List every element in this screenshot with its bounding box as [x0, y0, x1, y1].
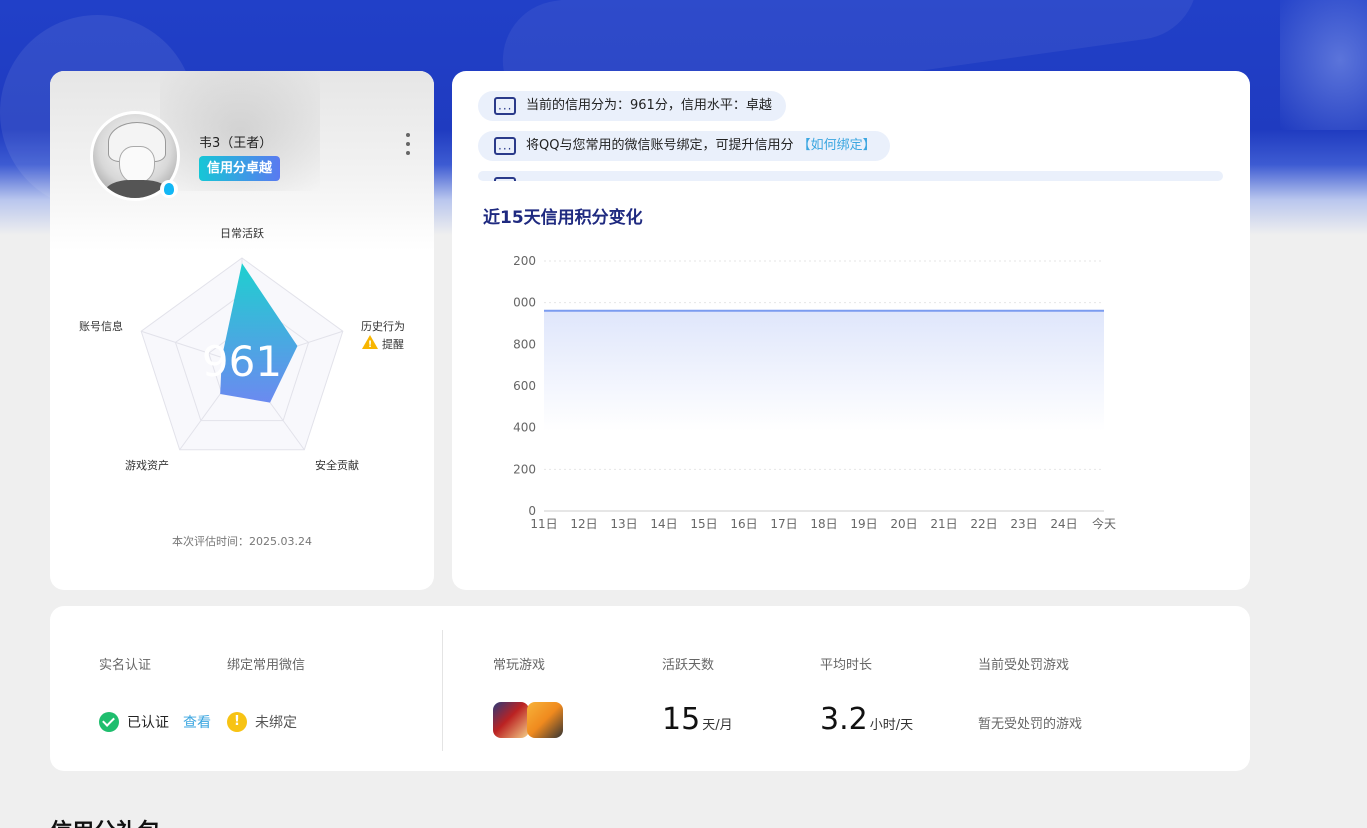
- chart-y-tick-label: 1,000: [512, 296, 536, 310]
- radar-label-account: 账号信息: [79, 319, 123, 333]
- real-name-label: 实名认证: [99, 658, 152, 673]
- credit-level-badge: 信用分卓越: [199, 156, 281, 181]
- chart-x-tick-label: 19日: [850, 517, 877, 531]
- game-icon-honor-of-kings[interactable]: [493, 702, 529, 738]
- chart-y-tick-label: 200: [513, 462, 536, 476]
- username: 韦3（王者）: [199, 136, 273, 151]
- wechat-bind-label: 绑定常用微信: [227, 658, 306, 673]
- notice-text: 当前的信用分为：961分，信用水平：卓越: [526, 98, 772, 113]
- qq-penguin-icon: [160, 180, 178, 198]
- chat-bubble-icon: [494, 134, 516, 164]
- warning-icon: !: [227, 712, 247, 732]
- chat-bubble-icon: [494, 174, 516, 181]
- section-title-credit-gift: 信用分礼包: [50, 814, 160, 828]
- how-to-bind-link[interactable]: 【如何绑定】: [798, 138, 876, 153]
- chart-x-tick-label: 13日: [610, 517, 637, 531]
- radar-label-daily-active: 日常活跃: [220, 226, 264, 240]
- punished-games-value: 暂无受处罚的游戏: [978, 717, 1083, 732]
- notice-credit-score: 当前的信用分为：961分，信用水平：卓越: [478, 91, 786, 124]
- warning-label: 提醒: [382, 338, 404, 351]
- notice-bind-wechat: 将QQ与您常用的微信账号绑定，可提升信用分 【如何绑定】: [478, 131, 890, 164]
- chart-x-tick-label: 16日: [730, 517, 757, 531]
- chart-x-tick-label: 15日: [690, 517, 717, 531]
- chart-x-tick-label: 今天: [1092, 516, 1116, 531]
- view-link[interactable]: 查看: [183, 712, 211, 732]
- avatar-face: [119, 146, 155, 184]
- average-time-unit: 小时/天: [869, 718, 914, 733]
- punished-games-label: 当前受处罚游戏: [978, 658, 1070, 673]
- more-options-icon[interactable]: [404, 133, 412, 155]
- average-time-label: 平均时长: [820, 658, 873, 673]
- active-days-number: 15: [662, 702, 701, 737]
- chart-y-tick-label: 800: [513, 337, 536, 351]
- notice-text: 将QQ与您常用的微信账号绑定，可提升信用分: [526, 138, 798, 153]
- chart-x-tick-label: 17日: [770, 517, 797, 531]
- check-icon: [99, 712, 119, 732]
- chart-x-axis: 11日 12日 13日 14日 15日 16日 17日 18日 19日 20日 21日 22日 23日 2…: [530, 516, 1116, 531]
- average-time-value: 3.2 小时/天: [820, 702, 913, 737]
- chart-x-tick-label: 24日: [1050, 517, 1077, 531]
- notice-truncated: [478, 171, 1223, 181]
- active-days-unit: 天/月: [702, 718, 733, 733]
- active-days-value: 15 天/月: [662, 702, 733, 737]
- game-icon-naruto[interactable]: [527, 702, 563, 738]
- credit-score: 961: [202, 337, 282, 386]
- chart-area-fill: [544, 310, 1104, 431]
- chart-x-tick-label: 18日: [810, 517, 837, 531]
- chart-x-tick-label: 21日: [930, 517, 957, 531]
- warning-mark: !: [368, 340, 372, 350]
- chat-bubble-icon: [494, 94, 516, 124]
- chart-x-tick-label: 11日: [530, 517, 557, 531]
- radar-label-security: 安全贡献: [315, 458, 359, 472]
- real-name-status-text: 已认证: [127, 715, 169, 731]
- banner-character-art: [1280, 0, 1367, 130]
- chart-y-tick-label: 0: [528, 504, 536, 518]
- history-warning[interactable]: ! 提醒: [362, 335, 404, 351]
- chart-y-tick-label: 600: [513, 379, 536, 393]
- radar-label-assets: 游戏资产: [125, 458, 169, 472]
- chart-title: 近15天信用积分变化: [483, 208, 643, 228]
- average-time-number: 3.2: [820, 702, 868, 737]
- real-name-status: 已认证 查看: [99, 712, 211, 732]
- wechat-bind-status: ! 未绑定: [227, 712, 297, 732]
- chart-y-tick-label: 400: [513, 421, 536, 435]
- chart-x-tick-label: 23日: [1010, 517, 1037, 531]
- chart-x-tick-label: 22日: [970, 517, 997, 531]
- chart-y-tick-label: 1,200: [512, 254, 536, 268]
- frequent-games-label: 常玩游戏: [493, 658, 546, 673]
- chart-x-tick-label: 12日: [570, 517, 597, 531]
- radar-label-history: 历史行为: [361, 320, 405, 333]
- credit-radar-chart: 961 日常活跃 历史行为 ! 提醒 安全贡献 游戏资产 账号信息: [79, 226, 405, 472]
- credit-detail-card: 当前的信用分为：961分，信用水平：卓越 将QQ与您常用的微信账号绑定，可提升信…: [452, 71, 1250, 590]
- account-stats-card: 实名认证 绑定常用微信 已认证 查看 ! 未绑定 常玩游戏 活跃天数 15 天/…: [50, 606, 1250, 771]
- chart-x-tick-label: 20日: [890, 517, 917, 531]
- evaluation-time: 本次评估时间：2025.03.24: [172, 535, 312, 548]
- credit-line-chart: 02004006008001,0001,200 11日12日13日14日15日1…: [512, 254, 1116, 531]
- chart-x-tick-label: 14日: [650, 517, 677, 531]
- wechat-status-text: 未绑定: [255, 715, 297, 731]
- divider: [442, 630, 443, 751]
- chart-y-axis: 0 200 400 600 800 1,000 1,200: [512, 254, 536, 518]
- profile-card: 韦3（王者） 信用分卓越 961 日常活跃 历史行为 ! 提醒 安全贡献 游戏资…: [50, 71, 434, 590]
- active-days-label: 活跃天数: [662, 658, 715, 673]
